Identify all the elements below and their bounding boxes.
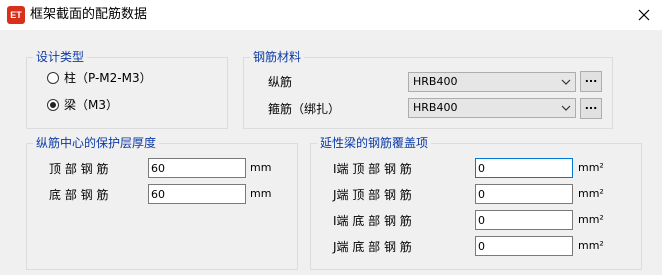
longitudinal-rebar-value: HRB400	[413, 75, 458, 88]
ductile-beam-overwrite-legend: 延性梁的钢筋覆盖项	[317, 135, 432, 151]
cover-thickness-legend: 纵筋中心的保护层厚度	[33, 135, 160, 151]
window-title: 框架截面的配筋数据	[30, 7, 148, 22]
rebar-material-legend: 钢筋材料	[250, 49, 305, 65]
j-end-top-rebar-text[interactable]	[476, 185, 572, 203]
radio-column[interactable]	[47, 72, 59, 84]
title-bar: ET 框架截面的配筋数据	[0, 0, 662, 30]
i-end-top-rebar-label: I端 顶 部 钢 筋	[333, 162, 412, 176]
radio-beam[interactable]	[47, 99, 59, 111]
longitudinal-rebar-label: 纵筋	[268, 75, 293, 89]
close-icon[interactable]	[632, 4, 656, 26]
j-end-top-rebar-input[interactable]	[475, 184, 573, 204]
longitudinal-rebar-select[interactable]: HRB400	[408, 72, 576, 92]
app-logo-icon: ET	[7, 6, 25, 24]
j-end-bottom-rebar-unit: mm²	[578, 239, 604, 252]
cover-bottom-rebar-text[interactable]	[149, 185, 245, 203]
i-end-bottom-rebar-label: I端 底 部 钢 筋	[333, 214, 412, 228]
radio-column-label[interactable]: 柱（P-M2-M3）	[64, 70, 152, 86]
j-end-top-rebar-unit: mm²	[578, 187, 604, 200]
radio-beam-label[interactable]: 梁（M3）	[64, 97, 118, 113]
stirrup-rebar-label: 箍筋（绑扎）	[268, 102, 341, 116]
i-end-bottom-rebar-unit: mm²	[578, 213, 604, 226]
stirrup-rebar-value: HRB400	[413, 101, 458, 114]
design-type-legend: 设计类型	[33, 49, 88, 65]
j-end-bottom-rebar-input[interactable]	[475, 236, 573, 256]
j-end-bottom-rebar-label: J端 底 部 钢 筋	[333, 240, 412, 254]
radio-selected-dot	[50, 102, 56, 108]
design-type-group: 设计类型	[26, 49, 228, 129]
cover-top-rebar-unit: mm	[250, 161, 272, 174]
cover-top-rebar-text[interactable]	[149, 159, 245, 177]
cover-bottom-rebar-unit: mm	[250, 187, 272, 200]
j-end-bottom-rebar-text[interactable]	[476, 237, 572, 255]
i-end-top-rebar-unit: mm²	[578, 161, 604, 174]
stirrup-rebar-browse-button[interactable]: ...	[580, 98, 602, 119]
i-end-top-rebar-text[interactable]	[476, 159, 572, 177]
i-end-top-rebar-input[interactable]	[475, 158, 573, 178]
chevron-down-icon	[561, 105, 571, 111]
cover-bottom-rebar-input[interactable]	[148, 184, 246, 204]
i-end-bottom-rebar-input[interactable]	[475, 210, 573, 230]
i-end-bottom-rebar-text[interactable]	[476, 211, 572, 229]
longitudinal-rebar-browse-button[interactable]: ...	[580, 71, 602, 92]
dialog-body: 设计类型 柱（P-M2-M3） 梁（M3） 钢筋材料 纵筋 HRB400 ...…	[0, 30, 662, 275]
cover-top-rebar-input[interactable]	[148, 158, 246, 178]
cover-bottom-rebar-label: 底 部 钢 筋	[49, 188, 109, 202]
rebar-material-group: 钢筋材料	[243, 49, 613, 129]
j-end-top-rebar-label: J端 顶 部 钢 筋	[333, 188, 412, 202]
cover-top-rebar-label: 顶 部 钢 筋	[49, 162, 109, 176]
chevron-down-icon	[561, 79, 571, 85]
stirrup-rebar-select[interactable]: HRB400	[408, 98, 576, 118]
